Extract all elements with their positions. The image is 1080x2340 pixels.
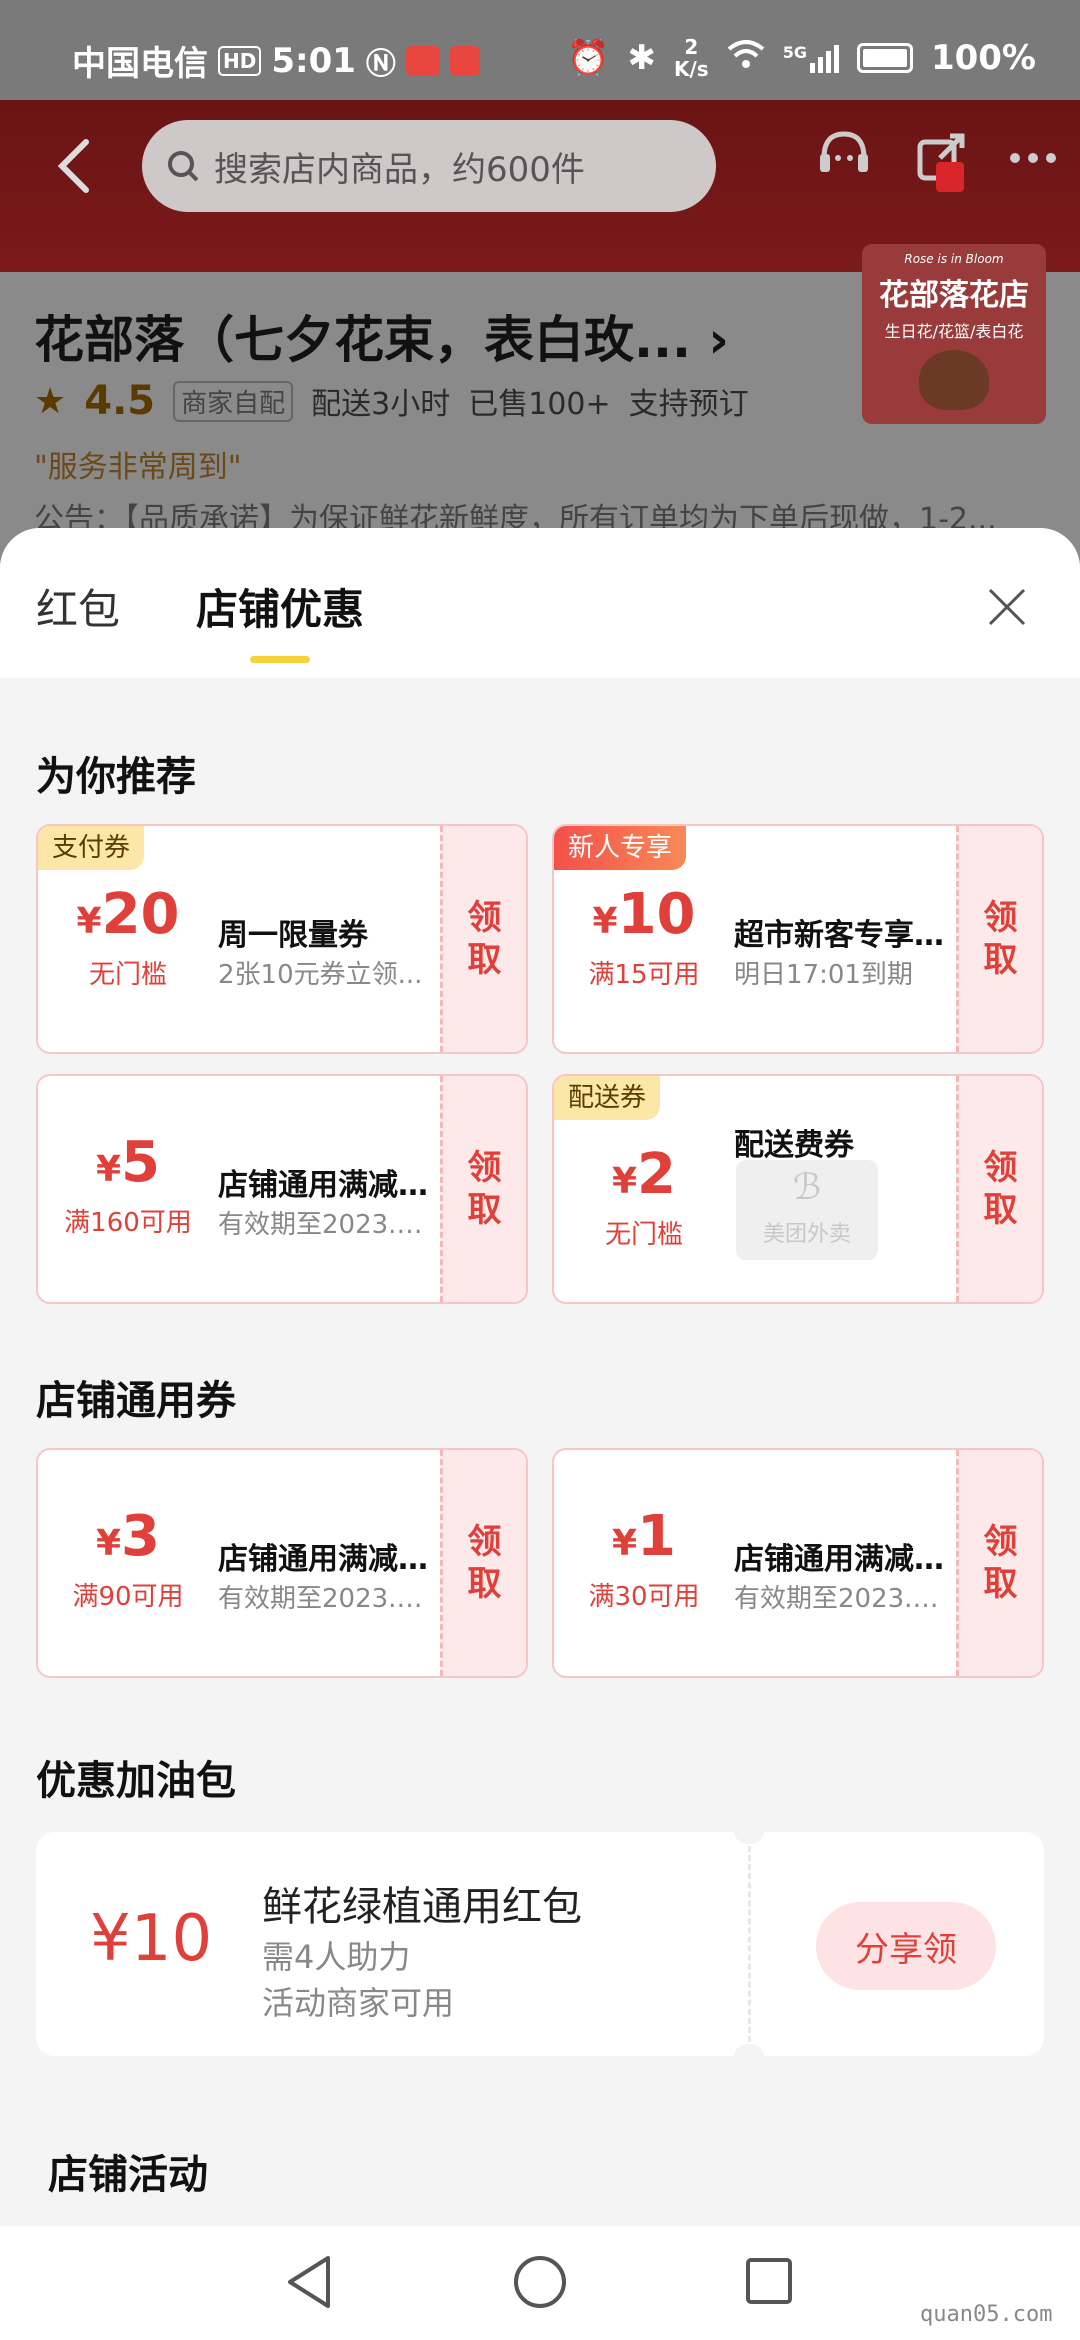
coupon-card: 支付券 ¥20 无门槛 周一限量券 2张10元券立领... 领取 [36,824,528,1054]
coupon-card: ¥5 满160可用 店铺通用满减... 有效期至2023.0... 领取 [36,1074,528,1304]
coupon-condition: 满15可用 [588,960,700,990]
watermark: quan05.com [920,2302,1053,2327]
customer-service-icon[interactable] [814,128,874,188]
back-icon[interactable] [50,136,100,196]
coupon-amount: ¥3 [95,1504,161,1569]
package-amount: ¥10 [90,1902,213,1976]
tab-store-discount[interactable]: 店铺优惠 [196,576,364,637]
tab-red-packet[interactable]: 红包 [36,576,120,637]
coupon-card: 配送券 ¥2 无门槛 配送费券 ℬ 美团外卖 领取 [552,1074,1044,1304]
search-input[interactable]: 搜索店内商品，约600件 [142,120,716,212]
package-requirement: 需4人助力 [262,1938,411,1976]
package-scope: 活动商家可用 [262,1984,455,2022]
more-icon[interactable] [1010,153,1056,163]
coupon-subtitle: 2张10元券立领... [218,960,423,990]
carrier-label: 中国电信 [72,44,208,84]
delivery-time: 配送3小时 [311,387,451,422]
kangaroo-icon: ℬ [792,1167,822,1208]
coupon-subtitle: 有效期至2023.0... [218,1210,428,1240]
nav-home-icon[interactable] [512,2254,568,2314]
ticket-notch [734,1820,764,1844]
ticket-divider [748,1846,751,2042]
search-icon [168,151,199,182]
coupon-condition: 无门槛 [604,1220,683,1250]
section-title-package: 优惠加油包 [36,1758,236,1804]
app-notification-icon [405,45,440,76]
shop-logo[interactable]: Rose is in Bloom 花部落花店 生日花/花篮/表白花 [862,244,1046,424]
alarm-icon: ⏰ [567,38,610,78]
review-quote: "服务非常周到" [34,450,242,485]
coupon-title: 配送费券 [734,1128,854,1163]
tab-bar [0,528,1080,678]
claim-button[interactable]: 领取 [440,1450,526,1676]
close-icon[interactable] [982,582,1032,632]
rating-score: 4.5 [84,378,156,424]
coupon-subtitle: 有效期至2023.0... [218,1584,428,1614]
hd-icon: HD [218,45,262,76]
coupon-subtitle: 明日17:01到期 [734,960,913,990]
bear-icon [919,350,989,410]
coupon-title: 店铺通用满减... [218,1542,428,1577]
share-icon[interactable] [914,128,970,192]
net-speed: 2 K/s [673,35,709,81]
claim-button[interactable]: 领取 [956,826,1042,1052]
status-bar: 中国电信 HD 5:01 Ⓝ ⏰ ✱ 2 K/s 5G 100% [0,0,1080,100]
wifi-icon [727,38,765,78]
section-title-store-general: 店铺通用券 [36,1378,236,1424]
coupon-title: 超市新客专享... [734,918,944,953]
package-title: 鲜花绿植通用红包 [262,1884,582,1930]
search-placeholder: 搜索店内商品，约600件 [214,149,585,190]
tab-indicator [250,656,310,663]
preorder-label: 支持预订 [628,387,749,422]
coupon-condition: 无门槛 [88,960,167,990]
nav-recents-icon[interactable] [744,2256,794,2310]
coupon-badge: 配送券 [554,1076,661,1120]
signal-icon: 5G [783,43,839,73]
claim-button[interactable]: 领取 [440,1076,526,1302]
coupon-title: 店铺通用满减... [734,1542,944,1577]
system-nav-bar [0,2226,1080,2340]
nfc-icon: Ⓝ [365,46,396,82]
sold-count: 已售100+ [468,387,611,422]
battery-percent: 100% [930,38,1036,78]
section-title-activity: 店铺活动 [48,2152,208,2198]
chevron-right-icon: › [690,311,729,369]
battery-icon [856,43,913,73]
coupon-amount: ¥1 [611,1504,677,1569]
book-notification-icon [449,45,480,76]
coupon-amount: ¥5 [95,1130,161,1195]
coupon-title: 店铺通用满减... [218,1168,428,1203]
star-icon: ★ [34,380,67,422]
self-delivery-tag: 商家自配 [173,380,294,422]
coupon-card: ¥1 满30可用 店铺通用满减... 有效期至2023.0... 领取 [552,1448,1044,1678]
clock: 5:01 [271,40,356,81]
coupon-card: ¥3 满90可用 店铺通用满减... 有效期至2023.0... 领取 [36,1448,528,1678]
claim-button[interactable]: 领取 [440,826,526,1052]
shop-name[interactable]: 花部落（七夕花束，表白玫... › [34,300,729,372]
rating-row: ★ 4.5 商家自配 配送3小时 已售100+ 支持预订 [34,378,749,424]
meituan-logo: ℬ 美团外卖 [736,1160,878,1260]
share-claim-button[interactable]: 分享领 [816,1902,996,1990]
coupon-condition: 满160可用 [64,1208,192,1238]
bluetooth-icon: ✱ [627,38,656,78]
coupon-amount: ¥20 [76,882,180,947]
header-actions [814,128,1056,192]
coupon-card: 新人专享 ¥10 满15可用 超市新客专享... 明日17:01到期 领取 [552,824,1044,1054]
coupon-amount: ¥10 [592,882,696,947]
coupon-title: 周一限量券 [218,918,368,953]
coupon-condition: 满90可用 [72,1582,184,1612]
coupon-badge: 新人专享 [554,826,687,870]
coupon-condition: 满30可用 [588,1582,700,1612]
coupon-badge: 支付券 [38,826,145,870]
claim-button[interactable]: 领取 [956,1450,1042,1676]
nav-back-icon[interactable] [282,2252,334,2316]
coupon-subtitle: 有效期至2023.0... [734,1584,944,1614]
ticket-notch [734,2044,764,2068]
claim-button[interactable]: 领取 [956,1076,1042,1302]
section-title-recommend: 为你推荐 [36,754,196,800]
coupon-amount: ¥2 [611,1142,677,1207]
